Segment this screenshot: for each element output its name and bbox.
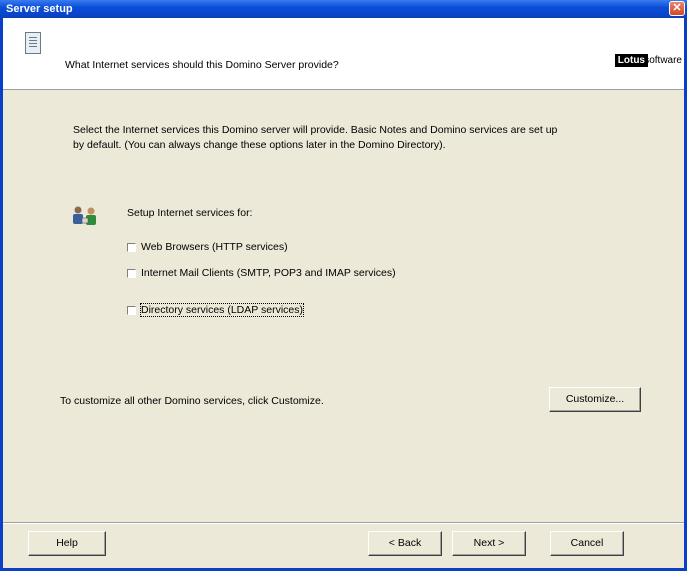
window-title: Server setup: [6, 3, 73, 15]
customize-button[interactable]: Customize...: [549, 387, 641, 412]
close-icon: ✕: [672, 2, 682, 14]
mail-clients-option[interactable]: Internet Mail Clients (SMTP, POP3 and IM…: [127, 267, 396, 279]
setup-window: Server setup ✕ What Internet services sh…: [0, 0, 687, 571]
lotus-software-text: software: [644, 55, 682, 66]
intro-text: Select the Internet services this Domino…: [73, 123, 653, 153]
mail-clients-checkbox[interactable]: [127, 268, 136, 278]
setup-services-label: Setup Internet services for:: [127, 207, 253, 219]
intro-line-2: by default. (You can always change these…: [73, 139, 446, 151]
lotus-logo: Lotus: [614, 54, 648, 67]
directory-services-checkbox[interactable]: [127, 305, 136, 315]
document-icon: [25, 32, 41, 54]
header-panel: What Internet services should this Domin…: [3, 18, 684, 90]
close-button[interactable]: ✕: [669, 1, 685, 16]
web-browsers-checkbox[interactable]: [127, 242, 136, 252]
next-button[interactable]: Next >: [452, 531, 526, 556]
web-browsers-option[interactable]: Web Browsers (HTTP services): [127, 241, 288, 253]
services-people-icon: [73, 206, 96, 225]
title-bar: Server setup ✕: [0, 0, 687, 18]
customize-hint: To customize all other Domino services, …: [60, 395, 324, 407]
web-browsers-label: Web Browsers (HTTP services): [141, 241, 288, 253]
back-button[interactable]: < Back: [368, 531, 442, 556]
cancel-button[interactable]: Cancel: [550, 531, 624, 556]
mail-clients-label: Internet Mail Clients (SMTP, POP3 and IM…: [141, 267, 396, 279]
footer-divider: [3, 522, 684, 524]
header-question: What Internet services should this Domin…: [65, 59, 339, 71]
help-button[interactable]: Help: [28, 531, 106, 556]
directory-services-label: Directory services (LDAP services): [139, 303, 305, 317]
intro-line-1: Select the Internet services this Domino…: [73, 124, 558, 136]
directory-services-option[interactable]: Directory services (LDAP services): [127, 303, 305, 317]
